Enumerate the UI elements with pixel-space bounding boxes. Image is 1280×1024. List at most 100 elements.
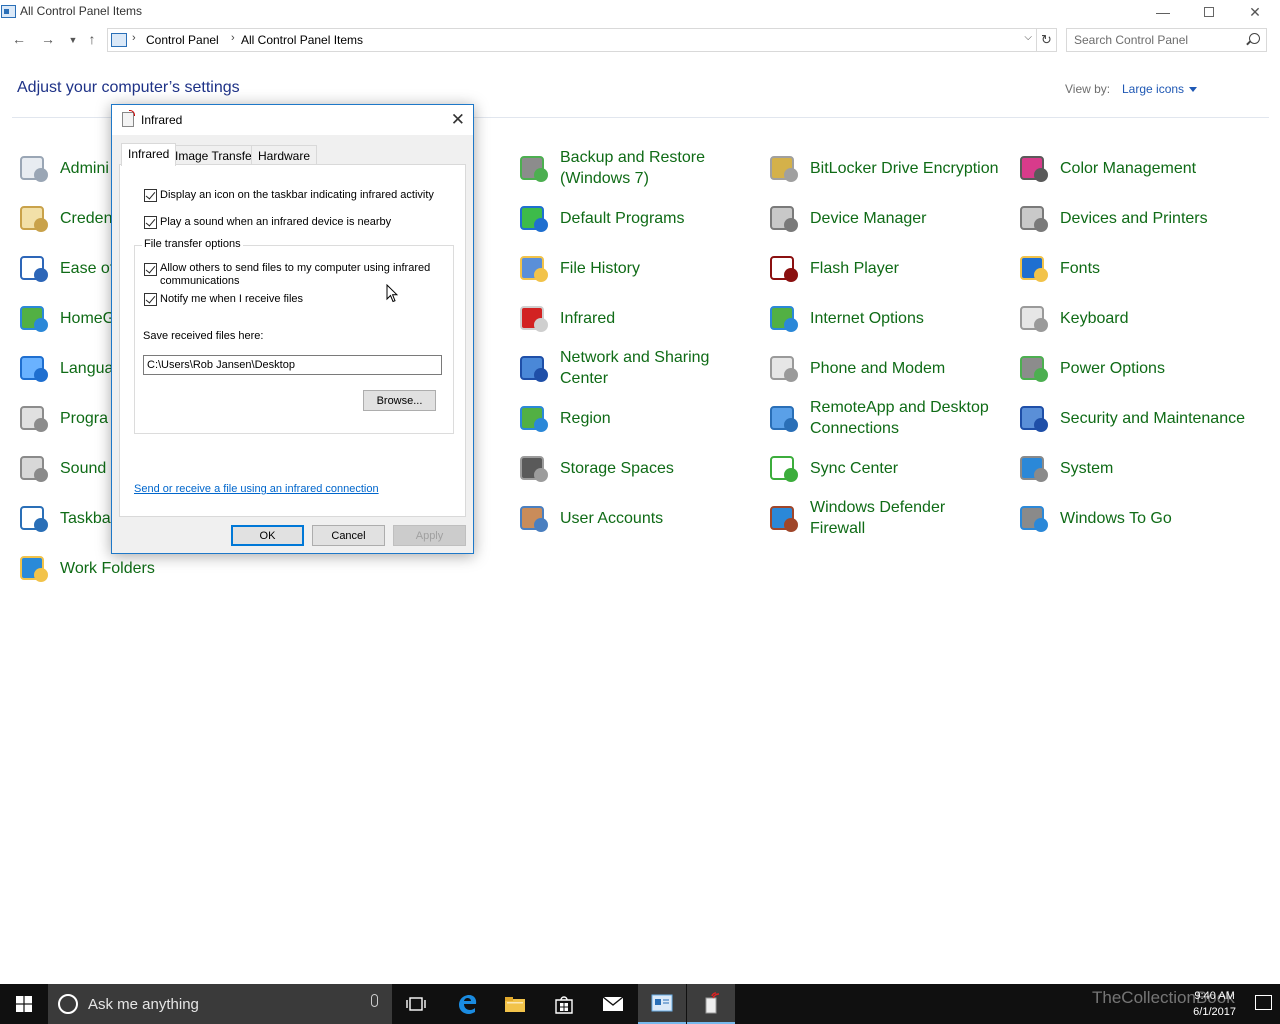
infrared-taskbar-icon[interactable] <box>687 984 735 1024</box>
cp-item-label[interactable]: Infrared <box>560 308 750 329</box>
cp-item-phone-modem[interactable]: Phone and Modem <box>767 345 1000 391</box>
cp-item-region[interactable]: Region <box>517 395 750 441</box>
cp-item-label[interactable]: Security and Maintenance <box>1060 408 1250 429</box>
cp-item-label[interactable]: Storage Spaces <box>560 458 750 479</box>
cp-item-label[interactable]: BitLocker Drive Encryption <box>810 158 1000 179</box>
cp-item-backup-restore[interactable]: Backup and Restore (Windows 7) <box>517 145 750 191</box>
view-by-dropdown[interactable]: Large icons <box>1122 82 1197 96</box>
store-icon[interactable] <box>540 984 588 1024</box>
cp-item-label[interactable]: Region <box>560 408 750 429</box>
microphone-icon[interactable] <box>371 994 378 1007</box>
cp-item-label[interactable]: Devices and Printers <box>1060 208 1250 229</box>
allow-send-checkbox[interactable] <box>144 263 157 276</box>
notify-checkbox-label: Notify me when I receive files <box>160 293 304 305</box>
cp-item-storage-spaces[interactable]: Storage Spaces <box>517 445 750 491</box>
close-window-button[interactable]: ✕ <box>1232 0 1278 24</box>
minimize-button[interactable]: — <box>1140 0 1186 24</box>
cp-item-label[interactable]: Color Management <box>1060 158 1250 179</box>
refresh-icon[interactable]: ↻ <box>1037 28 1057 52</box>
cp-item-label[interactable]: Work Folders <box>60 558 250 579</box>
cp-item-label[interactable]: RemoteApp and Desktop Connections <box>810 397 1000 439</box>
taskbar-icon <box>17 501 51 535</box>
cp-item-label[interactable]: Windows Defender Firewall <box>810 497 1000 539</box>
cp-item-power-options[interactable]: Power Options <box>1017 345 1250 391</box>
cp-item-label[interactable]: Default Programs <box>560 208 750 229</box>
forward-arrow-icon[interactable]: → <box>37 31 59 47</box>
browse-button[interactable]: Browse... <box>363 390 436 411</box>
cp-item-default-programs[interactable]: Default Programs <box>517 195 750 241</box>
chevron-down-icon[interactable]: ⌵ <box>1024 32 1032 43</box>
cp-item-label[interactable]: User Accounts <box>560 508 750 529</box>
cp-item-label[interactable]: Network and Sharing Center <box>560 347 750 389</box>
address-bar[interactable]: › Control Panel › All Control Panel Item… <box>107 28 1037 52</box>
cp-item-fonts[interactable]: Fonts <box>1017 245 1250 291</box>
tab-hardware[interactable]: Hardware <box>251 145 318 165</box>
cp-item-label[interactable]: Backup and Restore (Windows 7) <box>560 147 750 189</box>
cp-item-network-sharing[interactable]: Network and Sharing Center <box>517 345 750 391</box>
search-box[interactable] <box>1066 28 1267 52</box>
cortana-search-box[interactable]: Ask me anything <box>48 984 392 1024</box>
cp-item-label[interactable]: Phone and Modem <box>810 358 1000 379</box>
cp-item-system[interactable]: System <box>1017 445 1250 491</box>
cp-item-label[interactable]: Internet Options <box>810 308 1000 329</box>
view-by-label: View by: <box>1065 82 1111 96</box>
search-input[interactable] <box>1074 30 1244 50</box>
taskbar-icon-checkbox[interactable] <box>144 189 157 202</box>
cp-item-flash-player[interactable]: Flash Player <box>767 245 1000 291</box>
cp-item-keyboard[interactable]: Keyboard <box>1017 295 1250 341</box>
cp-item-label[interactable]: Device Manager <box>810 208 1000 229</box>
dialog-titlebar: Infrared ✕ <box>112 105 473 135</box>
start-button[interactable] <box>0 984 48 1024</box>
cp-item-color-management[interactable]: Color Management <box>1017 145 1250 191</box>
cp-item-label[interactable]: Power Options <box>1060 358 1250 379</box>
action-center-icon[interactable] <box>1255 995 1272 1010</box>
cp-item-label[interactable]: File History <box>560 258 750 279</box>
save-location-field[interactable]: C:\Users\Rob Jansen\Desktop <box>143 355 442 375</box>
cp-item-label[interactable]: Windows To Go <box>1060 508 1250 529</box>
cp-item-firewall[interactable]: Windows Defender Firewall <box>767 495 1000 541</box>
cp-item-device-manager[interactable]: Device Manager <box>767 195 1000 241</box>
notify-checkbox[interactable] <box>144 293 157 306</box>
search-icon[interactable] <box>1249 33 1260 44</box>
window-title: All Control Panel Items <box>20 4 143 18</box>
file-explorer-icon[interactable] <box>491 984 539 1024</box>
breadcrumb-all-items[interactable]: All Control Panel Items <box>241 33 363 47</box>
ok-button[interactable]: OK <box>231 525 304 546</box>
edge-browser-icon[interactable] <box>443 984 491 1024</box>
dialog-close-icon[interactable]: ✕ <box>451 110 465 130</box>
cp-item-label[interactable]: Fonts <box>1060 258 1250 279</box>
clock[interactable]: 9:40 AM 6/1/2017 <box>1193 988 1236 1020</box>
chevron-right-icon[interactable]: › <box>132 32 136 44</box>
send-receive-link[interactable]: Send or receive a file using an infrared… <box>134 483 379 495</box>
cp-item-label[interactable]: System <box>1060 458 1250 479</box>
chevron-right-icon[interactable]: › <box>231 32 235 44</box>
back-arrow-icon[interactable]: ← <box>8 31 30 47</box>
user-accounts-icon <box>517 501 551 535</box>
maximize-button[interactable] <box>1186 0 1232 24</box>
cp-item-infrared[interactable]: Infrared <box>517 295 750 341</box>
mail-icon[interactable] <box>589 984 637 1024</box>
tab-infrared[interactable]: Infrared <box>121 143 177 166</box>
cp-item-sync-center[interactable]: Sync Center <box>767 445 1000 491</box>
cp-item-bitlocker[interactable]: BitLocker Drive Encryption <box>767 145 1000 191</box>
cp-item-user-accounts[interactable]: User Accounts <box>517 495 750 541</box>
sound-checkbox[interactable] <box>144 216 157 229</box>
allow-send-checkbox-label: Allow others to send files to my compute… <box>160 262 431 287</box>
cp-item-windows-to-go[interactable]: Windows To Go <box>1017 495 1250 541</box>
control-panel-taskbar-icon[interactable] <box>638 984 686 1024</box>
page-title: Adjust your computer’s settings <box>17 79 240 96</box>
cp-item-remoteapp[interactable]: RemoteApp and Desktop Connections <box>767 395 1000 441</box>
cp-item-security-maintenance[interactable]: Security and Maintenance <box>1017 395 1250 441</box>
cp-item-devices-printers[interactable]: Devices and Printers <box>1017 195 1250 241</box>
cp-item-internet-options[interactable]: Internet Options <box>767 295 1000 341</box>
apply-button[interactable]: Apply <box>393 525 466 546</box>
tab-image-transfer[interactable]: Image Transfer <box>168 145 263 165</box>
up-arrow-icon[interactable]: ↑ <box>81 31 103 47</box>
cp-item-label[interactable]: Flash Player <box>810 258 1000 279</box>
cp-item-label[interactable]: Keyboard <box>1060 308 1250 329</box>
task-view-icon[interactable] <box>392 984 440 1024</box>
breadcrumb-control-panel[interactable]: Control Panel <box>146 33 219 47</box>
cancel-button[interactable]: Cancel <box>312 525 385 546</box>
cp-item-file-history[interactable]: File History <box>517 245 750 291</box>
cp-item-label[interactable]: Sync Center <box>810 458 1000 479</box>
